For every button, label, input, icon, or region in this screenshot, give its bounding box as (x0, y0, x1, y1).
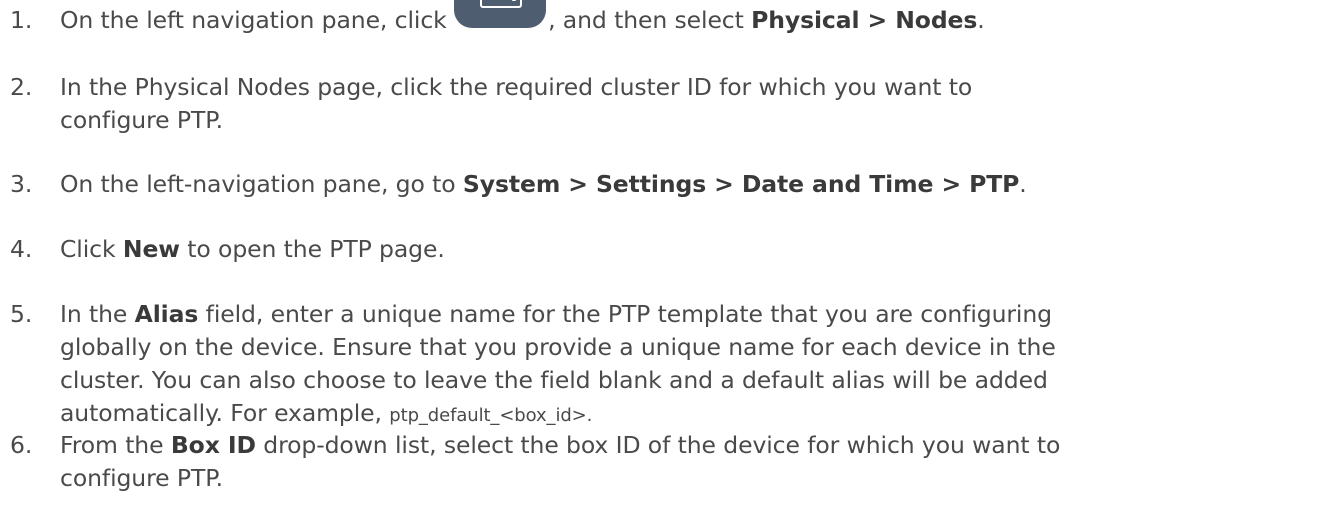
step-number: 4. (10, 235, 33, 263)
step-text-suffix: to open the PTP page. (179, 235, 445, 263)
step-text-line: From the Box ID drop-down list, select t… (60, 429, 1315, 462)
step-text-line: globally on the device. Ensure that you … (60, 333, 1056, 361)
step-text-line: automatically. For example, ptp_default_… (60, 397, 1315, 432)
button-name: New (122, 235, 180, 263)
field-name: Box ID (170, 431, 256, 459)
step-number: 6. (10, 431, 33, 459)
step-text-suffix: . (1019, 170, 1027, 198)
code-example: ptp_default_<box_id> (389, 405, 587, 426)
step-text-prefix: On the left-navigation pane, go to (60, 170, 463, 198)
step-text: In the Alias field, enter a unique name … (60, 298, 1315, 432)
step-text: On the left-navigation pane, go to Syste… (60, 168, 1315, 201)
step-text-line: configure PTP. (60, 464, 223, 492)
step-text-line: In the Physical Nodes page, click the re… (60, 73, 973, 101)
step-text-suffix: drop-down list, select the box ID of the… (255, 431, 1061, 459)
step-number: 5. (10, 300, 33, 328)
field-name: Alias (134, 300, 199, 328)
step-text-suffix: . (586, 405, 593, 426)
step-text-suffix: . (977, 6, 985, 34)
node-inventory-icon (454, 0, 548, 28)
step-text-prefix: automatically. For example, (60, 399, 390, 427)
step-text: On the left navigation pane, click , and… (60, 0, 1315, 37)
step-number: 2. (10, 73, 33, 101)
step-number: 3. (10, 170, 33, 198)
step-text: From the Box ID drop-down list, select t… (60, 429, 1315, 495)
step-text-suffix: field, enter a unique name for the PTP t… (198, 300, 1052, 328)
menu-path: System > Settings > Date and Time > PTP (462, 170, 1020, 198)
step-text: In the Physical Nodes page, click the re… (60, 71, 1315, 137)
step-text-prefix: Click (60, 235, 123, 263)
step-text-prefix: In the (60, 300, 135, 328)
step-text-line: cluster. You can also choose to leave th… (60, 366, 1048, 394)
step-text: Click New to open the PTP page. (60, 233, 1315, 266)
step-text-line: configure PTP. (60, 106, 223, 134)
step-text-line: In the Alias field, enter a unique name … (60, 298, 1315, 331)
menu-path: Physical > Nodes (751, 6, 978, 34)
step-text-prefix: On the left navigation pane, click (60, 6, 455, 34)
step-number: 1. (10, 6, 33, 34)
step-text-prefix: From the (60, 431, 171, 459)
step-text-middle: , and then select (548, 6, 752, 34)
